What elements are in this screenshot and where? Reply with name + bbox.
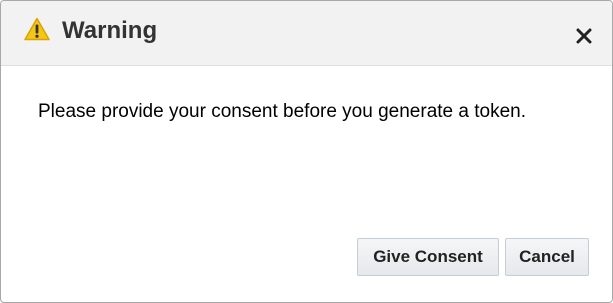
dialog-message: Please provide your consent before you g… bbox=[38, 101, 526, 122]
close-icon[interactable] bbox=[573, 25, 595, 47]
warning-dialog: Warning Please provide your consent befo… bbox=[0, 0, 613, 303]
give-consent-button[interactable]: Give Consent bbox=[357, 238, 499, 276]
warning-icon bbox=[24, 17, 50, 41]
dialog-header: Warning bbox=[1, 1, 612, 66]
cancel-button[interactable]: Cancel bbox=[505, 238, 589, 276]
dialog-title: Warning bbox=[62, 17, 158, 44]
dialog-body: Please provide your consent before you g… bbox=[1, 66, 612, 302]
